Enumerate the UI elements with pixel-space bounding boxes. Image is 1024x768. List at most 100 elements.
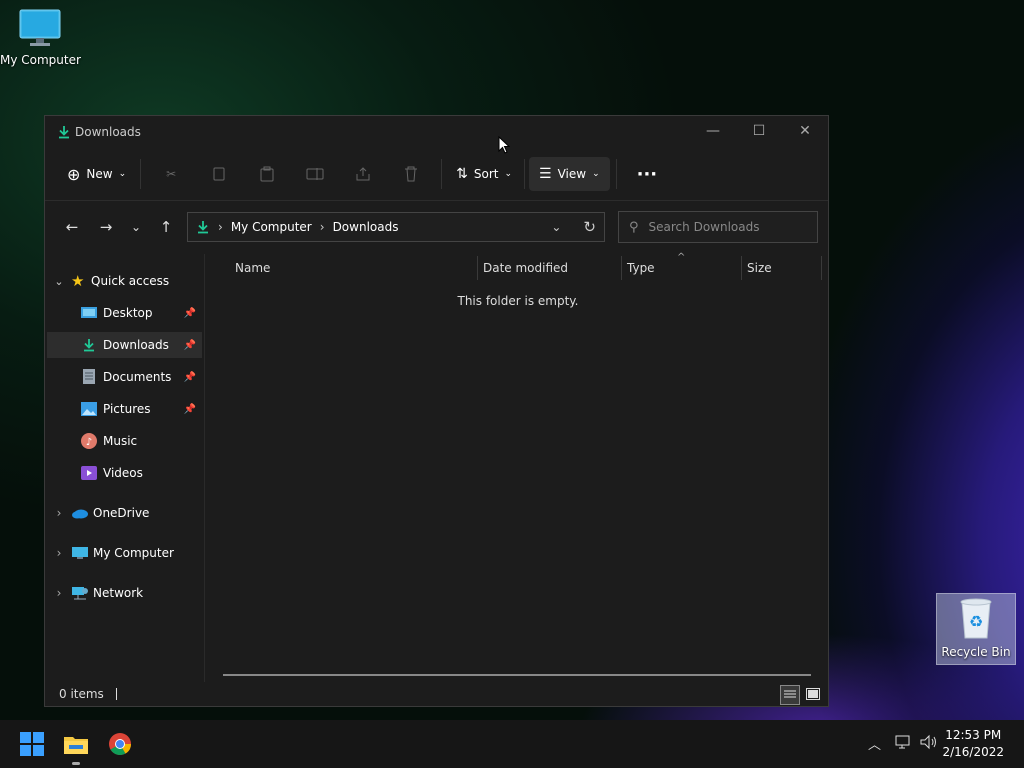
taskbar: ︿ 12:53 PM 2/16/2022 bbox=[0, 720, 1024, 768]
desktop-my-computer-icon[interactable]: My Computer bbox=[0, 8, 81, 67]
address-bar[interactable]: › My Computer › Downloads ⌄ ↻ bbox=[187, 212, 605, 242]
nav-item-music[interactable]: ♪ Music bbox=[47, 428, 202, 454]
documents-icon bbox=[83, 369, 95, 384]
forward-button[interactable]: → bbox=[89, 218, 123, 236]
breadcrumb-my-computer[interactable]: My Computer bbox=[231, 220, 312, 234]
more-options-button[interactable]: ··· bbox=[623, 157, 672, 191]
nav-onedrive[interactable]: › OneDrive bbox=[47, 500, 202, 526]
view-button[interactable]: ☰ View ⌄ bbox=[529, 157, 610, 191]
windows-logo-icon bbox=[20, 732, 44, 756]
nav-item-label: Downloads bbox=[103, 338, 169, 352]
tiles-view-icon bbox=[806, 688, 820, 700]
cloud-icon bbox=[72, 509, 88, 519]
nav-item-label: Desktop bbox=[103, 306, 153, 320]
chevron-right-icon: › bbox=[218, 220, 223, 234]
maximize-button[interactable]: ☐ bbox=[736, 116, 782, 146]
monitor-icon bbox=[72, 547, 88, 559]
address-dropdown-icon[interactable]: ⌄ bbox=[551, 220, 561, 234]
pin-icon: 📌 bbox=[183, 339, 196, 351]
svg-text:♻: ♻ bbox=[969, 612, 983, 631]
mouse-cursor-icon bbox=[498, 136, 510, 154]
speaker-icon bbox=[920, 734, 936, 750]
chrome-taskbar-button[interactable] bbox=[104, 728, 136, 760]
details-view-button[interactable] bbox=[780, 685, 800, 705]
download-icon bbox=[59, 126, 69, 139]
desktop-recycle-bin-icon[interactable]: ♻ Recycle Bin bbox=[936, 593, 1016, 665]
delete-button[interactable] bbox=[395, 157, 427, 191]
search-box[interactable]: ⚲ Search Downloads bbox=[618, 211, 818, 243]
item-count: 0 items bbox=[59, 687, 104, 701]
file-explorer-taskbar-button[interactable] bbox=[60, 728, 92, 765]
arrow-left-icon: ← bbox=[65, 218, 79, 236]
nav-network[interactable]: › Network bbox=[47, 580, 202, 606]
show-hidden-icons-button[interactable]: ︿ bbox=[868, 734, 881, 753]
horizontal-scrollbar[interactable] bbox=[223, 674, 811, 676]
cut-button[interactable]: ✂ bbox=[155, 157, 187, 191]
share-button[interactable] bbox=[347, 157, 379, 191]
nav-my-computer[interactable]: › My Computer bbox=[47, 540, 202, 566]
chevron-right-icon: › bbox=[56, 546, 62, 560]
copy-button[interactable] bbox=[203, 157, 235, 191]
chevron-down-icon: ⌄ bbox=[504, 169, 513, 179]
download-icon bbox=[84, 339, 94, 352]
nav-quick-access-label: Quick access bbox=[91, 274, 170, 288]
recycle-bin-icon: ♻ bbox=[960, 598, 992, 639]
file-list[interactable]: Name Date modified Type ^ Size This fold… bbox=[205, 252, 828, 682]
refresh-icon[interactable]: ↻ bbox=[583, 218, 596, 236]
trash-icon bbox=[405, 166, 418, 182]
desktop-my-computer-label: My Computer bbox=[0, 53, 81, 67]
new-label: New bbox=[86, 167, 113, 181]
scissors-icon: ✂ bbox=[166, 167, 177, 181]
details-view-icon bbox=[784, 690, 796, 698]
view-label: View bbox=[557, 167, 587, 181]
nav-item-documents[interactable]: Documents 📌 bbox=[47, 364, 202, 390]
nav-my-computer-label: My Computer bbox=[93, 546, 174, 560]
nav-item-videos[interactable]: Videos bbox=[47, 460, 202, 486]
clock-date: 2/16/2022 bbox=[942, 745, 1004, 759]
rename-icon bbox=[306, 168, 324, 180]
column-header-type[interactable]: Type bbox=[627, 254, 655, 282]
new-button[interactable]: ⊕ New ⌄ bbox=[59, 157, 134, 191]
column-header-size[interactable]: Size bbox=[747, 254, 772, 282]
sort-button[interactable]: ⇅ Sort ⌄ bbox=[448, 157, 520, 191]
minimize-button[interactable]: — bbox=[690, 116, 736, 146]
plus-circle-icon: ⊕ bbox=[67, 164, 81, 184]
nav-item-label: Videos bbox=[103, 466, 143, 480]
network-icon bbox=[72, 587, 88, 600]
nav-item-label: Documents bbox=[103, 370, 172, 384]
command-bar: ⊕ New ⌄ ✂ ⇅ Sort ⌄ ☰ View ⌄ ··· bbox=[45, 148, 828, 201]
nav-item-downloads[interactable]: Downloads 📌 bbox=[47, 332, 202, 358]
volume-icon[interactable] bbox=[920, 734, 938, 754]
copy-icon bbox=[213, 167, 225, 181]
back-button[interactable]: ← bbox=[55, 218, 89, 236]
nav-item-desktop[interactable]: Desktop 📌 bbox=[47, 300, 202, 326]
nav-onedrive-label: OneDrive bbox=[93, 506, 150, 520]
column-header-name[interactable]: Name bbox=[235, 254, 270, 282]
pin-icon: 📌 bbox=[183, 403, 196, 415]
start-button[interactable] bbox=[16, 728, 48, 760]
nav-quick-access[interactable]: ⌄ ★ Quick access bbox=[47, 268, 202, 294]
paste-button[interactable] bbox=[251, 157, 283, 191]
desktop-recycle-bin-label: Recycle Bin bbox=[941, 645, 1011, 659]
rename-button[interactable] bbox=[299, 157, 331, 191]
tiles-view-button[interactable] bbox=[804, 685, 822, 703]
folder-icon bbox=[64, 737, 88, 754]
breadcrumb-downloads[interactable]: Downloads bbox=[333, 220, 399, 234]
column-header-date-modified[interactable]: Date modified bbox=[483, 254, 568, 282]
search-placeholder: Search Downloads bbox=[648, 220, 760, 234]
empty-folder-message: This folder is empty. bbox=[457, 294, 579, 308]
network-status-icon[interactable] bbox=[895, 734, 911, 754]
up-button[interactable]: ↑ bbox=[149, 218, 183, 236]
ellipsis-icon: ··· bbox=[636, 163, 658, 185]
close-button[interactable]: ✕ bbox=[782, 116, 828, 146]
clock[interactable]: 12:53 PM 2/16/2022 bbox=[942, 727, 1004, 761]
nav-item-pictures[interactable]: Pictures 📌 bbox=[47, 396, 202, 422]
navigation-pane: ⌄ ★ Quick access Desktop 📌 Downloads 📌 D… bbox=[45, 254, 205, 682]
status-bar: 0 items bbox=[45, 682, 828, 706]
recent-locations-button[interactable]: ⌄ bbox=[123, 220, 149, 234]
clock-time: 12:53 PM bbox=[945, 728, 1002, 742]
title-bar[interactable]: Downloads — ☐ ✕ bbox=[45, 116, 828, 148]
chrome-icon bbox=[109, 733, 131, 755]
desktop-folder-icon bbox=[81, 307, 97, 318]
nav-item-label: Music bbox=[103, 434, 138, 448]
